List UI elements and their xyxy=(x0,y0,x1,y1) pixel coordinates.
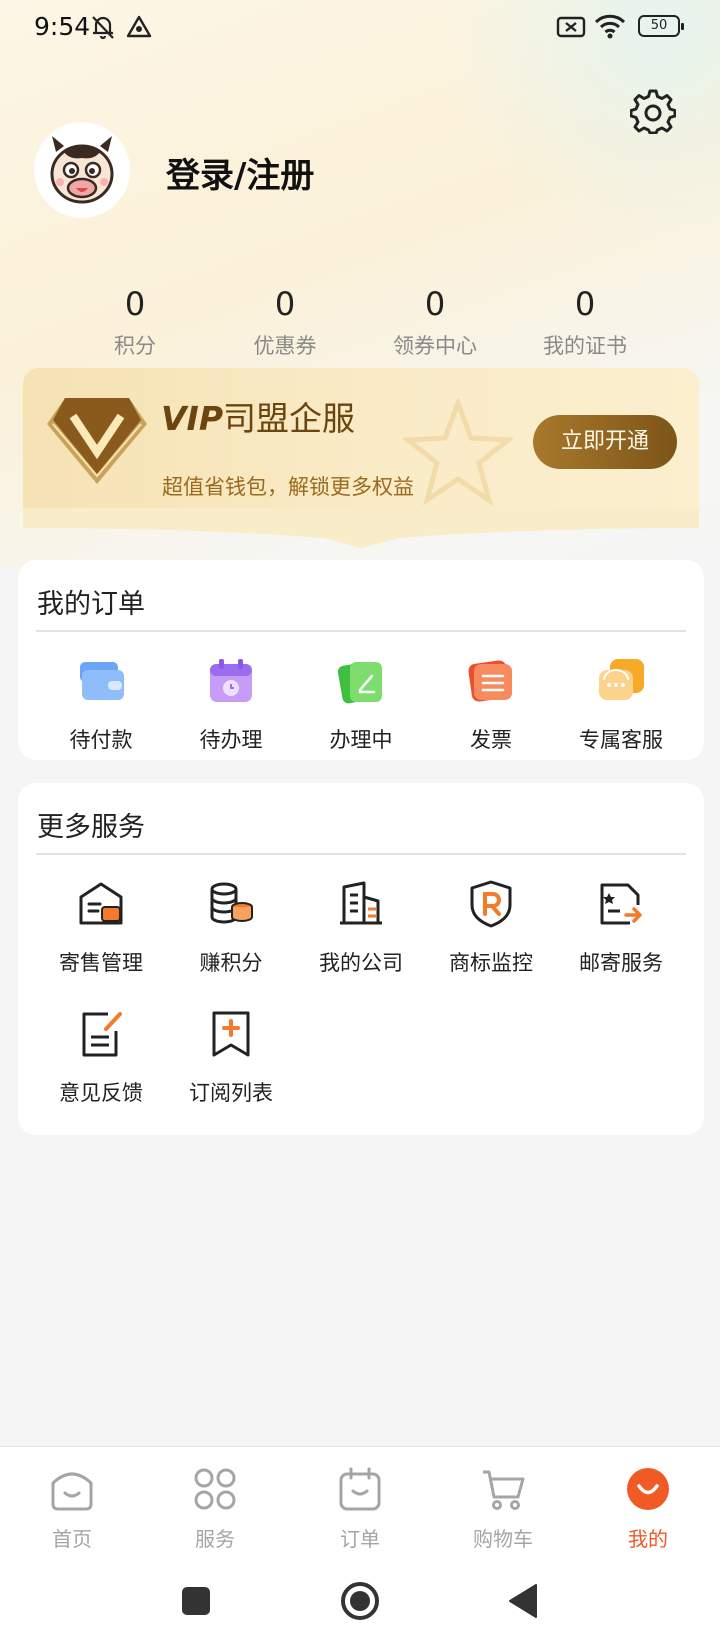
tab-label: 购物车 xyxy=(473,1527,533,1551)
chat-bubble-icon xyxy=(599,659,644,700)
vip-brand-prefix: VIP xyxy=(161,399,224,438)
stat-label: 领券中心 xyxy=(393,334,477,358)
stat-value: 0 xyxy=(574,285,596,323)
grid-label: 办理中 xyxy=(329,728,393,752)
building-icon xyxy=(340,881,382,925)
mail-doc-icon xyxy=(600,883,642,925)
account-stats: 0 积分 0 优惠券 0 领券中心 0 我的证书 xyxy=(60,282,660,362)
login-register-link[interactable]: 登录/注册 xyxy=(166,148,314,197)
recents-button-icon[interactable] xyxy=(181,1586,211,1616)
back-button-icon[interactable] xyxy=(508,1583,538,1619)
my-orders-card: 我的订单 待付款 待办理 办理中 发票 专属客服 xyxy=(18,560,704,760)
tab-services[interactable]: 服务 xyxy=(155,1467,275,1552)
service-consignment[interactable]: 寄售管理 xyxy=(36,879,166,977)
edit-note-icon xyxy=(337,662,382,704)
star-watermark-icon xyxy=(403,398,513,506)
tab-home[interactable]: 首页 xyxy=(12,1467,132,1552)
tab-profile[interactable]: 我的 xyxy=(588,1467,708,1552)
cow-mascot-icon xyxy=(50,136,114,204)
stat-value: 0 xyxy=(274,285,296,323)
system-navigation-bar xyxy=(0,1566,720,1650)
grid-label: 寄售管理 xyxy=(59,951,143,975)
stat-value: 0 xyxy=(124,285,146,323)
divider xyxy=(36,630,686,632)
vip-banner[interactable]: VIP司盟企服 超值省钱包，解锁更多权益 立即开通 xyxy=(23,368,699,550)
stat-label: 积分 xyxy=(114,334,156,358)
grid-label: 订阅列表 xyxy=(189,1081,273,1105)
grid-label: 专属客服 xyxy=(579,728,663,752)
profile-smile-icon xyxy=(627,1468,669,1510)
order-pending-payment[interactable]: 待付款 xyxy=(36,656,166,754)
vip-brand: VIP司盟企服 xyxy=(161,392,355,440)
divider xyxy=(36,853,686,855)
grid-label: 发票 xyxy=(470,728,512,752)
bottom-tab-bar: 首页 服务 订单 购物车 我的 xyxy=(0,1446,720,1566)
avatar[interactable] xyxy=(34,122,130,218)
stat-certificates[interactable]: 0 我的证书 xyxy=(510,282,660,362)
calendar-icon xyxy=(210,659,252,702)
grid-label: 商标监控 xyxy=(449,951,533,975)
grid-label: 邮寄服务 xyxy=(579,951,663,975)
service-earn-points[interactable]: 赚积分 xyxy=(166,879,296,977)
order-invoice[interactable]: 发票 xyxy=(426,656,556,754)
nav-triangle-icon xyxy=(126,15,152,38)
services-title: 更多服务 xyxy=(37,812,145,843)
service-feedback[interactable]: 意见反馈 xyxy=(36,1009,166,1107)
stat-points[interactable]: 0 积分 xyxy=(60,282,210,362)
grid-label: 待办理 xyxy=(199,728,263,752)
home-icon xyxy=(51,1472,93,1511)
gear-icon[interactable] xyxy=(630,88,676,134)
service-subscriptions[interactable]: 订阅列表 xyxy=(166,1009,296,1107)
vip-subtitle: 超值省钱包，解锁更多权益 xyxy=(162,475,414,499)
status-bar: 9:54 50 xyxy=(0,0,720,56)
wallet-icon xyxy=(80,662,124,700)
feedback-icon xyxy=(82,1012,122,1057)
service-my-company[interactable]: 我的公司 xyxy=(296,879,426,977)
stat-label: 我的证书 xyxy=(543,334,627,358)
vip-brand-name: 司盟企服 xyxy=(223,399,356,438)
order-in-progress[interactable]: 办理中 xyxy=(296,656,426,754)
cart-icon xyxy=(483,1470,525,1510)
orders-title: 我的订单 xyxy=(37,589,145,620)
grid-label: 赚积分 xyxy=(199,951,263,975)
order-pending-process[interactable]: 待办理 xyxy=(166,656,296,754)
tab-label: 服务 xyxy=(195,1527,235,1551)
tab-orders[interactable]: 订单 xyxy=(300,1467,420,1552)
stat-coupon-center[interactable]: 0 领券中心 xyxy=(360,282,510,362)
vip-diamond-icon xyxy=(47,398,147,484)
battery-indicator: 50 xyxy=(638,15,684,37)
tab-cart[interactable]: 购物车 xyxy=(443,1467,563,1552)
coins-icon xyxy=(210,882,253,924)
vip-activate-button[interactable]: 立即开通 xyxy=(533,415,677,469)
vip-card: VIP司盟企服 超值省钱包，解锁更多权益 立即开通 xyxy=(23,368,699,528)
home-button-icon[interactable] xyxy=(340,1581,380,1621)
grid-label: 意见反馈 xyxy=(59,1081,143,1105)
mute-bell-icon xyxy=(92,16,114,40)
trademark-shield-icon xyxy=(470,880,512,928)
stat-value: 0 xyxy=(424,285,446,323)
grid-icon xyxy=(194,1468,236,1510)
service-mail[interactable]: 邮寄服务 xyxy=(556,879,686,977)
tab-label: 订单 xyxy=(340,1527,380,1551)
stat-label: 优惠券 xyxy=(253,334,317,358)
tab-label: 首页 xyxy=(52,1527,92,1551)
sim-off-icon xyxy=(556,16,586,38)
service-trademark-monitor[interactable]: 商标监控 xyxy=(426,879,556,977)
store-icon xyxy=(79,882,123,925)
tab-label: 我的 xyxy=(628,1527,668,1551)
bookmark-add-icon xyxy=(212,1011,250,1057)
orders-icon xyxy=(339,1467,381,1511)
wifi-icon xyxy=(594,14,626,39)
invoice-icon xyxy=(468,660,512,702)
grid-label: 待付款 xyxy=(69,728,133,752)
vip-card-notch xyxy=(23,508,699,548)
order-customer-service[interactable]: 专属客服 xyxy=(556,656,686,754)
more-services-card: 更多服务 寄售管理 赚积分 我的公司 商标监控 邮寄服务 意见反馈 订阅列表 xyxy=(18,783,704,1135)
status-time: 9:54 xyxy=(34,12,91,41)
stat-coupons[interactable]: 0 优惠券 xyxy=(210,282,360,362)
grid-label: 我的公司 xyxy=(319,951,403,975)
